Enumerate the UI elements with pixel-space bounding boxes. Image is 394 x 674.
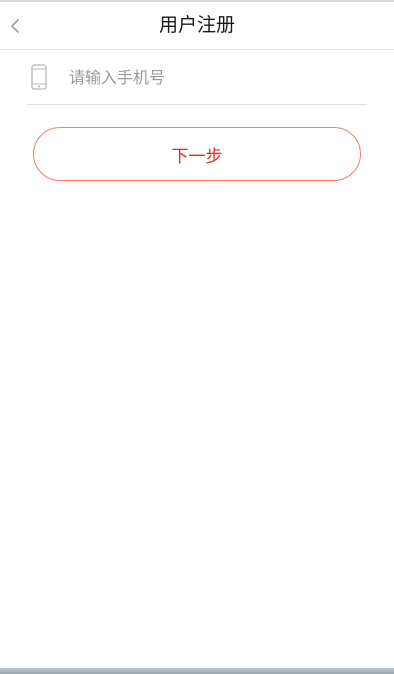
app-header: 用户注册 (0, 2, 394, 50)
phone-field-row (27, 50, 367, 105)
next-button[interactable]: 下一步 (33, 127, 361, 181)
mobile-phone-icon (31, 64, 47, 90)
back-button[interactable] (0, 2, 30, 49)
chevron-left-icon (11, 18, 19, 33)
page-title: 用户注册 (158, 14, 235, 36)
bottom-strip (0, 668, 394, 674)
phone-input[interactable] (69, 62, 359, 92)
